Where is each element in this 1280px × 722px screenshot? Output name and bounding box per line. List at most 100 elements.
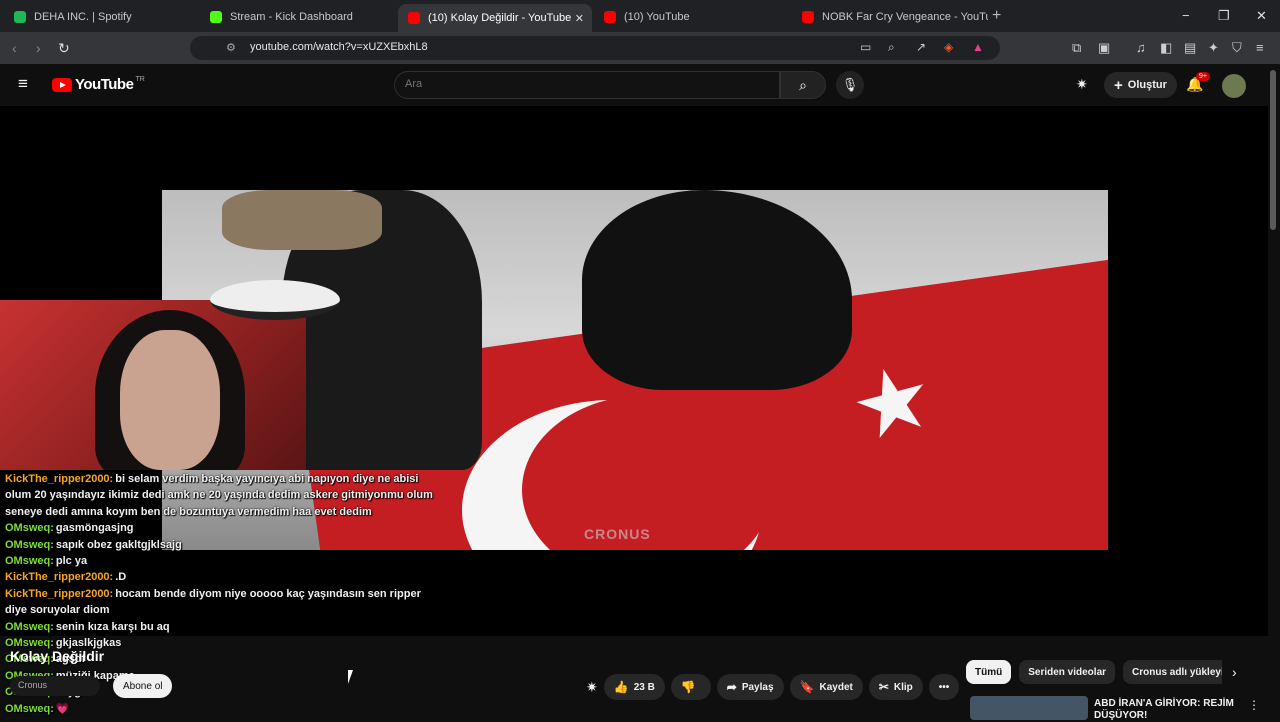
cap-overlay bbox=[210, 280, 340, 320]
tab-favicon-icon bbox=[14, 11, 26, 23]
wallet-icon[interactable]: ▤ bbox=[1184, 40, 1196, 56]
chat-message: OMsweq: sapık obez gakltgjklsajg bbox=[5, 537, 445, 553]
save-button[interactable]: 🔖 Kaydet bbox=[789, 674, 863, 700]
tab-favicon-icon bbox=[408, 12, 420, 24]
country-code: TR bbox=[135, 76, 145, 83]
youtube-play-icon bbox=[52, 77, 72, 92]
new-tab-button[interactable]: + bbox=[992, 7, 1001, 25]
more-button[interactable]: ••• bbox=[928, 674, 960, 700]
scissors-icon: ✂ bbox=[878, 680, 889, 694]
chat-username: OMsweq: bbox=[5, 538, 54, 551]
filter-chip[interactable]: Tümü bbox=[966, 660, 1012, 684]
chat-username: OMsweq: bbox=[5, 522, 54, 535]
tab-close-icon[interactable]: ✕ bbox=[575, 12, 584, 25]
ask-icon[interactable]: ✷ bbox=[586, 679, 598, 696]
scrollbar-thumb[interactable] bbox=[1270, 70, 1276, 230]
tab-favicon-icon bbox=[604, 11, 616, 23]
chat-text: .D bbox=[115, 571, 127, 584]
sidebar-icon[interactable]: ▣ bbox=[1098, 40, 1110, 56]
back-icon[interactable]: ‹ bbox=[12, 40, 17, 56]
brave-rewards-icon[interactable]: ▲ bbox=[972, 40, 984, 54]
hamburger-menu-icon[interactable]: ≡ bbox=[18, 74, 28, 94]
filter-chip[interactable]: Seriden videolar bbox=[1019, 660, 1116, 684]
dislike-button[interactable]: 👎 bbox=[670, 674, 711, 700]
tab-label: (10) Kolay Değildir - YouTube bbox=[428, 12, 572, 24]
site-info-icon[interactable]: ⚙ bbox=[226, 41, 236, 54]
browser-tab[interactable]: (10) Kolay Değildir - YouTube ✕ bbox=[398, 4, 592, 32]
browser-tab[interactable]: (10) YouTube bbox=[594, 4, 790, 30]
avatar[interactable] bbox=[1222, 74, 1246, 98]
chat-message: KickThe_ripper2000: .D bbox=[5, 569, 445, 585]
search-icon: ⌕ bbox=[799, 76, 807, 93]
browser-tab[interactable]: Stream - Kick Dashboard bbox=[200, 4, 396, 30]
vpn-icon[interactable]: ⛉ bbox=[1232, 40, 1242, 56]
mouse-cursor bbox=[348, 670, 353, 684]
filter-chips: Tümü Seriden videolar Cronus adlı yükleyic… bbox=[966, 660, 1222, 684]
youtube-header: ≡ YouTube TR ⌕ 🎙 ✷ + Oluştur 🔔 9+ bbox=[0, 64, 1280, 106]
video-actions: ✷ 👍 23 B 👎 ➦ Paylaş 🔖 Kaydet ✂ Klip ••• bbox=[586, 674, 960, 700]
channel-name[interactable]: Cronus bbox=[10, 676, 100, 696]
scrollbar[interactable] bbox=[1268, 64, 1280, 720]
streamer-face bbox=[120, 330, 220, 470]
tab-label: Stream - Kick Dashboard bbox=[230, 11, 353, 23]
mourner-figure-2 bbox=[582, 190, 852, 390]
youtube-logo[interactable]: YouTube TR bbox=[52, 76, 145, 93]
more-icon: ••• bbox=[938, 681, 950, 693]
browser-tab[interactable]: NOBK Far Cry Vengeance - YouTube bbox=[792, 4, 988, 30]
menu-icon[interactable]: ≡ bbox=[1256, 40, 1264, 55]
cast-icon[interactable]: ▭ bbox=[860, 40, 871, 54]
create-button[interactable]: + Oluştur bbox=[1104, 72, 1177, 98]
share-label: Paylaş bbox=[741, 681, 774, 693]
filter-chip[interactable]: Cronus adlı yükleyici bbox=[1123, 660, 1222, 684]
clip-button[interactable]: ✂ Klip bbox=[868, 674, 923, 700]
recommendation-thumbnail[interactable] bbox=[970, 696, 1088, 720]
extensions-icon[interactable]: ⧉ bbox=[1072, 40, 1081, 56]
search-input[interactable] bbox=[405, 78, 765, 90]
chat-text: plc ya bbox=[55, 555, 88, 568]
chevron-right-icon[interactable]: › bbox=[1232, 664, 1237, 680]
minimize-icon[interactable]: − bbox=[1182, 8, 1190, 23]
zoom-icon[interactable]: ⌕ bbox=[888, 40, 895, 55]
microphone-icon: 🎙 bbox=[841, 77, 859, 92]
share-arrow-icon: ➦ bbox=[726, 680, 737, 694]
chat-message: KickThe_ripper2000: hocam bende diyom niy… bbox=[5, 586, 445, 619]
chat-username: OMsweq: bbox=[5, 555, 54, 568]
save-label: Kaydet bbox=[819, 681, 853, 693]
save-icon: 🔖 bbox=[799, 680, 815, 694]
tab-label: DEHA INC. | Spotify bbox=[34, 11, 132, 23]
forward-icon[interactable]: › bbox=[36, 40, 41, 56]
subscribe-button[interactable]: Abone ol bbox=[113, 674, 173, 698]
chat-username: KickThe_ripper2000: bbox=[5, 571, 114, 584]
kebab-menu-icon[interactable]: ⋮ bbox=[1248, 698, 1260, 712]
tab-label: NOBK Far Cry Vengeance - YouTube bbox=[822, 11, 988, 23]
search-button[interactable]: ⌕ bbox=[780, 71, 826, 99]
webcam-overlay bbox=[0, 300, 306, 470]
browser-tab-bar: DEHA INC. | Spotify Stream - Kick Dashboa… bbox=[0, 0, 1280, 32]
recommendation-title[interactable]: ABD İRAN'A GİRİYOR: REJİM DÜŞÜYOR! bbox=[1094, 698, 1234, 722]
panel-icon[interactable]: ◧ bbox=[1160, 40, 1172, 56]
like-button[interactable]: 👍 23 B bbox=[603, 674, 665, 700]
share-button[interactable]: ➦ Paylaş bbox=[716, 674, 784, 700]
music-icon[interactable]: ♫ bbox=[1136, 40, 1146, 55]
address-bar: ‹ › ↻ ⌑ ⚙ youtube.com/watch?v=xUZXEbxhL8… bbox=[0, 32, 1280, 64]
share-icon[interactable]: ↗ bbox=[916, 40, 926, 54]
gemini-icon[interactable]: ✷ bbox=[1076, 76, 1088, 93]
browser-tab[interactable]: DEHA INC. | Spotify bbox=[4, 4, 200, 30]
create-label: Oluştur bbox=[1127, 79, 1167, 91]
tab-label: (10) YouTube bbox=[624, 11, 690, 23]
thumb-up-icon: 👍 bbox=[613, 680, 629, 694]
notification-badge: 9+ bbox=[1196, 72, 1210, 81]
voice-search-button[interactable]: 🎙 bbox=[836, 71, 864, 99]
restore-icon[interactable]: ❐ bbox=[1218, 8, 1230, 24]
tab-favicon-icon bbox=[802, 11, 814, 23]
close-window-icon[interactable]: ✕ bbox=[1256, 8, 1267, 24]
url-field[interactable]: ⚙ youtube.com/watch?v=xUZXEbxhL8 ▭ ⌕ ↗ ◈… bbox=[190, 36, 1000, 60]
chat-username: OMsweq: bbox=[5, 702, 54, 715]
reload-icon[interactable]: ↻ bbox=[58, 40, 70, 57]
brave-shield-icon[interactable]: ◈ bbox=[944, 40, 953, 54]
chat-text: gasmöngasjng bbox=[55, 522, 134, 535]
chat-message: OMsweq: 💗 bbox=[5, 701, 445, 717]
chat-text: sapık obez gakltgjklsajg bbox=[55, 538, 182, 551]
leo-icon[interactable]: ✦ bbox=[1208, 40, 1219, 56]
url-text: youtube.com/watch?v=xUZXEbxhL8 bbox=[250, 41, 428, 53]
